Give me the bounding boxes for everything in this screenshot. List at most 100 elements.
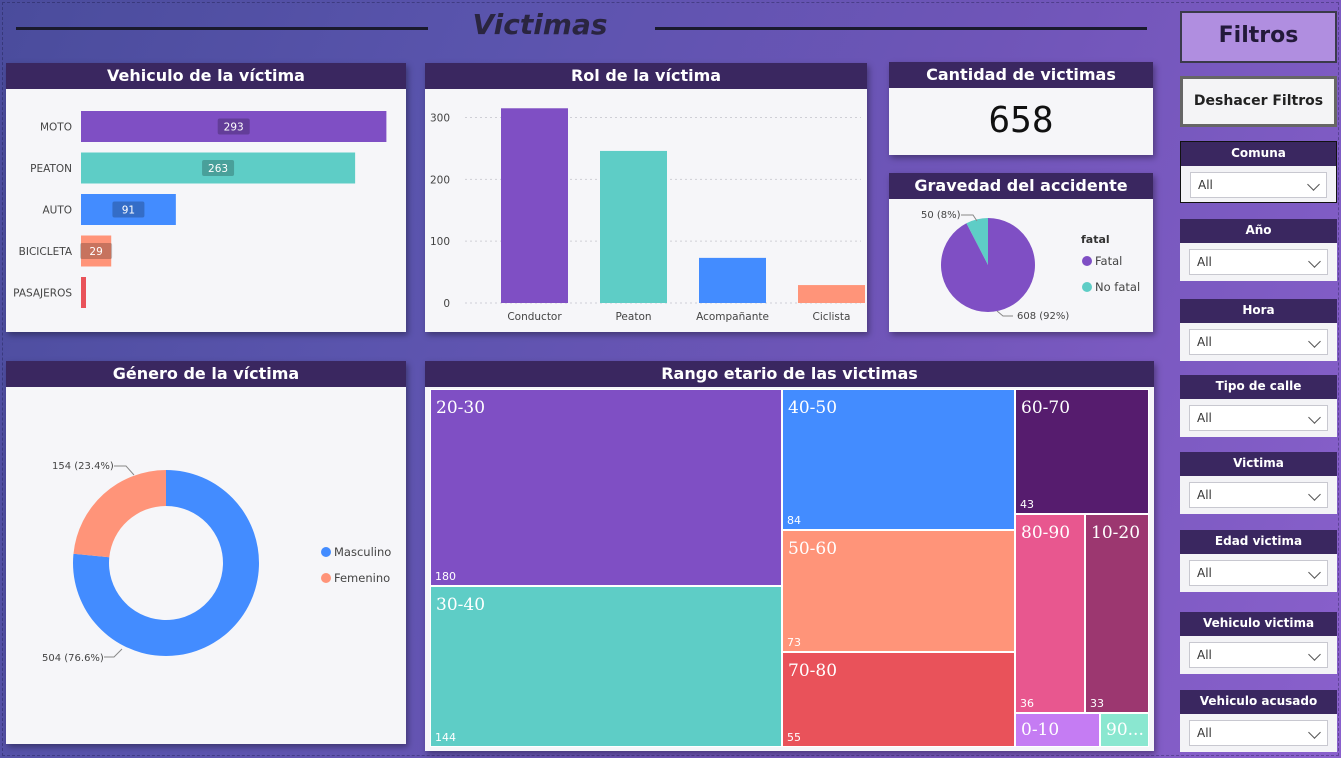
rol-bar <box>600 150 667 303</box>
rol-x-tick: Peaton <box>615 311 651 323</box>
reset-filters-button[interactable]: Deshacer Filtros <box>1180 76 1337 127</box>
slicer-dropdown[interactable]: All <box>1189 642 1328 668</box>
slicer-tipo-de-calle: Tipo de calle All <box>1180 375 1337 437</box>
genero-leader-line <box>114 465 135 476</box>
gravedad-legend-title: fatal <box>1081 233 1110 246</box>
genero-legend-label: Masculino <box>334 545 391 559</box>
slicer-dropdown[interactable]: All <box>1189 482 1328 508</box>
treemap-cell-value: 43 <box>1020 498 1034 511</box>
rol-x-tick: Ciclista <box>813 311 851 323</box>
genero-slice <box>73 470 166 558</box>
vehiculo-data-label: 263 <box>208 163 228 175</box>
title-rule-left <box>16 27 428 30</box>
vehiculo-category-label: BICICLETA <box>19 246 73 258</box>
genero-legend-dot <box>321 547 331 557</box>
vehiculo-category-label: PEATON <box>30 163 72 175</box>
rol-bar <box>501 108 568 303</box>
slicer-comuna: Comuna All <box>1180 141 1337 203</box>
title-rule-right <box>655 27 1147 30</box>
vehiculo-category-label: MOTO <box>40 122 72 134</box>
chevron-down-icon <box>1308 648 1321 661</box>
slicer-value: All <box>1197 411 1212 425</box>
vehiculo-data-label: 91 <box>122 205 135 217</box>
treemap-cell: 30-40 144 <box>430 586 782 747</box>
slicer-label: Hora <box>1180 299 1337 323</box>
slicer-dropdown[interactable]: All <box>1189 720 1328 746</box>
slicer-value: All <box>1197 255 1212 269</box>
slicer-hora: Hora All <box>1180 299 1337 361</box>
vehiculo-data-label: 29 <box>89 246 102 258</box>
page-title: Victimas <box>472 8 608 41</box>
slicer-value: All <box>1197 726 1212 740</box>
slicer-value: All <box>1197 648 1212 662</box>
rango-treemap: 20-30 180 30-40 144 40-50 84 50-60 73 70-80 55 60-… <box>430 389 1149 747</box>
vehiculo-card: Vehiculo de la víctima MOTO 293 PEATON 263 A… <box>6 63 406 332</box>
treemap-cell-value: 36 <box>1020 697 1034 710</box>
genero-legend-dot <box>321 573 331 583</box>
treemap-cell-label: 90... <box>1106 720 1144 740</box>
slicer-label: Vehiculo victima <box>1180 612 1337 636</box>
treemap-cell-value: 180 <box>435 570 456 583</box>
treemap-cell-label: 30-40 <box>436 595 486 615</box>
treemap-cell-value: 84 <box>787 514 801 527</box>
slicer-dropdown[interactable]: All <box>1190 172 1327 198</box>
chevron-down-icon <box>1307 178 1320 191</box>
slicer-vehiculo-acusado: Vehiculo acusado All <box>1180 690 1337 752</box>
vehiculo-title: Vehiculo de la víctima <box>6 63 406 89</box>
cantidad-card: Cantidad de victimas 658 <box>889 62 1153 155</box>
gravedad-legend-dot <box>1082 282 1092 292</box>
treemap-cell: 10-20 33 <box>1085 514 1149 713</box>
slicer-label: Edad victima <box>1180 530 1337 554</box>
slicer-año: Año All <box>1180 219 1337 281</box>
slicer-dropdown[interactable]: All <box>1189 405 1328 431</box>
treemap-cell-label: 0-10 <box>1021 720 1060 740</box>
treemap-cell: 90... <box>1100 713 1149 747</box>
slicer-label: Vehiculo acusado <box>1180 690 1337 714</box>
treemap-cell-value: 33 <box>1090 697 1104 710</box>
rol-bar <box>699 257 766 303</box>
rango-title: Rango etario de las victimas <box>425 361 1154 387</box>
genero-title: Género de la víctima <box>6 361 406 387</box>
gravedad-data-label: 608 (92%) <box>1017 311 1069 322</box>
slicer-value: All <box>1197 335 1212 349</box>
slicer-label: Tipo de calle <box>1180 375 1337 399</box>
slicer-dropdown[interactable]: All <box>1189 329 1328 355</box>
treemap-cell: 0-10 <box>1015 713 1100 747</box>
treemap-cell: 60-70 43 <box>1015 389 1149 514</box>
slicer-dropdown[interactable]: All <box>1189 560 1328 586</box>
slicer-label: Año <box>1180 219 1337 243</box>
chevron-down-icon <box>1308 335 1321 348</box>
treemap-cell: 80-90 36 <box>1015 514 1085 713</box>
rol-y-tick: 200 <box>430 174 450 186</box>
treemap-cell: 50-60 73 <box>782 530 1015 652</box>
gravedad-leader-line <box>996 310 1013 317</box>
cantidad-value: 658 <box>988 100 1054 141</box>
slicer-label: Comuna <box>1181 142 1336 166</box>
gravedad-legend-label: Fatal <box>1095 254 1122 268</box>
treemap-cell-label: 80-90 <box>1021 523 1071 543</box>
slicer-value: All <box>1197 488 1212 502</box>
genero-legend-label: Femenino <box>334 571 390 585</box>
slicer-edad-victima: Edad victima All <box>1180 530 1337 592</box>
treemap-cell-label: 60-70 <box>1021 398 1071 418</box>
rol-card: Rol de la víctima 0 100 200 300 Conductor Pea… <box>425 63 867 332</box>
filters-title: Filtros <box>1180 11 1337 63</box>
treemap-cell-label: 40-50 <box>788 398 838 418</box>
treemap-cell-value: 55 <box>787 731 801 744</box>
chevron-down-icon <box>1308 488 1321 501</box>
treemap-cell-label: 10-20 <box>1091 523 1141 543</box>
gravedad-slice <box>941 218 1035 312</box>
gravedad-data-label: 50 (8%) <box>921 210 961 221</box>
vehiculo-bar-chart: MOTO 293 PEATON 263 AUTO 91 BICICLETA 29 PASAJER… <box>13 111 387 308</box>
genero-donut-chart: 154 (23.4%) 504 (76.6%) Masculino Femenino <box>42 461 391 664</box>
vehiculo-data-label: 293 <box>224 122 244 134</box>
genero-data-label: 504 (76.6%) <box>42 653 104 664</box>
treemap-cell: 40-50 84 <box>782 389 1015 530</box>
chevron-down-icon <box>1308 566 1321 579</box>
slicer-dropdown[interactable]: All <box>1189 249 1328 275</box>
genero-card: Género de la víctima 154 (23.4%) 504 (76.… <box>6 361 406 744</box>
treemap-cell: 20-30 180 <box>430 389 782 586</box>
genero-data-label: 154 (23.4%) <box>52 461 114 472</box>
rol-title: Rol de la víctima <box>425 63 867 89</box>
cantidad-title: Cantidad de victimas <box>889 62 1153 88</box>
